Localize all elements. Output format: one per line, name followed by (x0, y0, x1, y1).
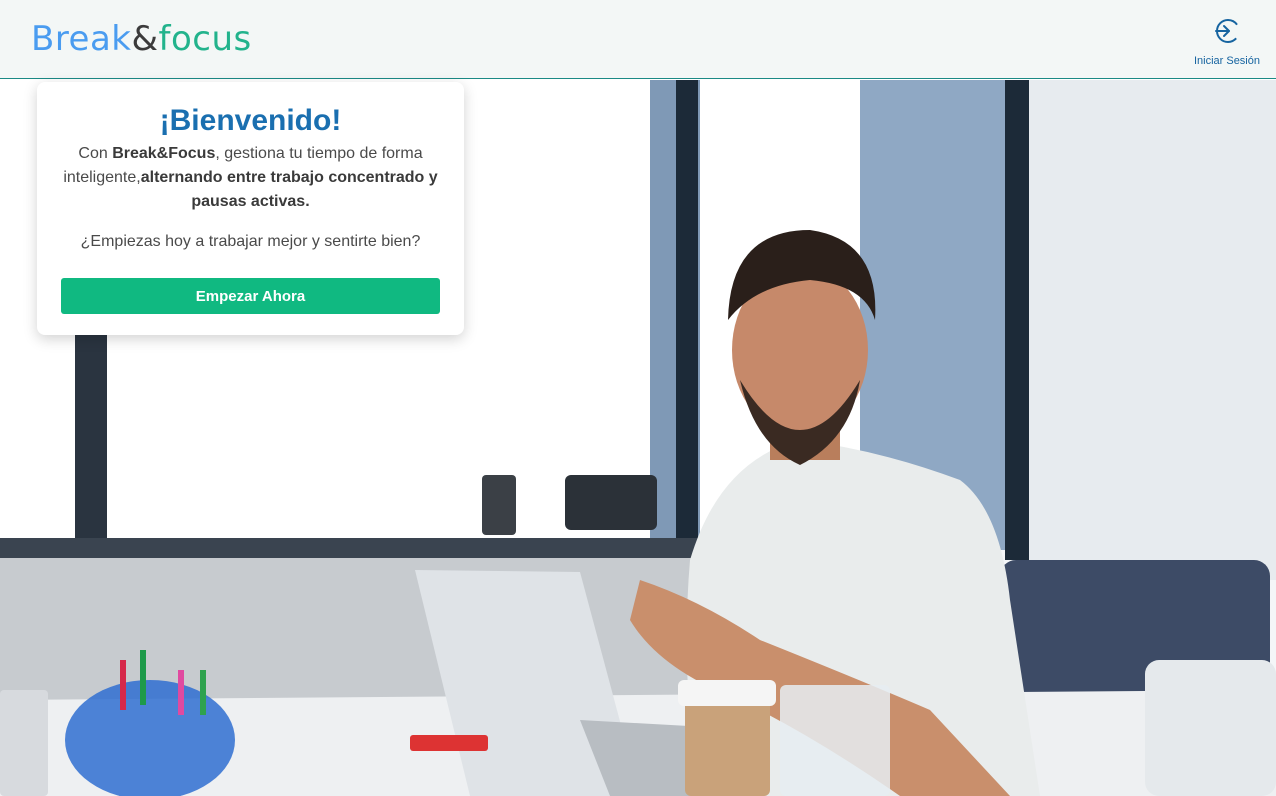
desc-bold: alternando entre trabajo concentrado y p… (140, 169, 438, 210)
welcome-description: Con Break&Focus, gestiona tu tiempo de f… (61, 142, 440, 214)
login-icon (1213, 17, 1241, 50)
login-button[interactable]: Iniciar Sesión (1194, 11, 1260, 67)
logo-text-ampersand: & (131, 19, 159, 59)
start-now-button[interactable]: Empezar Ahora (61, 278, 440, 314)
brand-logo[interactable]: Break&focus (31, 22, 252, 56)
desc-prefix: Con (78, 145, 113, 162)
welcome-card: ¡Bienvenido! Con Break&Focus, gestiona t… (37, 82, 464, 335)
login-label: Iniciar Sesión (1193, 55, 1260, 67)
logo-text-break: Break (31, 19, 132, 59)
top-header: Break&focus Iniciar Sesión (0, 0, 1276, 79)
welcome-question: ¿Empiezas hoy a trabajar mejor y sentirt… (80, 233, 421, 250)
desc-brand: Break&Focus (112, 145, 216, 162)
welcome-title: ¡Bienvenido! (159, 104, 342, 137)
logo-text-focus: focus (158, 19, 252, 59)
